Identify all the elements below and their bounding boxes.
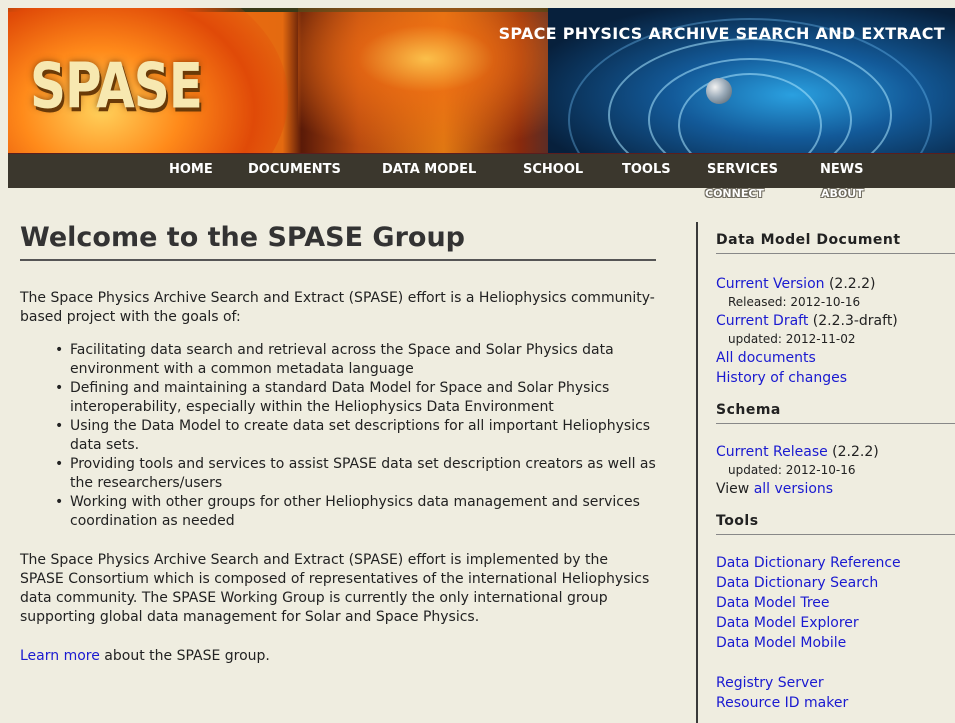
schema-heading: Schema [716, 402, 955, 424]
list-item: Defining and maintaining a standard Data… [50, 379, 656, 417]
registry-server-link[interactable]: Registry Server [716, 675, 824, 691]
site-tagline: SPACE PHYSICS ARCHIVE SEARCH AND EXTRACT [498, 24, 945, 43]
sidebar: Data Model Document Current Version (2.2… [716, 232, 955, 713]
nav-connect[interactable]: CONNECT [705, 187, 764, 200]
learn-more-link[interactable]: Learn more [20, 648, 100, 664]
data-model-mobile-link[interactable]: Data Model Mobile [716, 635, 846, 651]
main-nav: HOME DOCUMENTS DATA MODEL SCHOOL TOOLS S… [8, 153, 955, 188]
list-item: Using the Data Model to create data set … [50, 417, 656, 455]
nav-home[interactable]: HOME [169, 162, 213, 177]
nav-documents[interactable]: DOCUMENTS [248, 162, 341, 177]
current-version-link[interactable]: Current Version [716, 276, 825, 292]
earth-image [706, 78, 732, 104]
nav-services[interactable]: SERVICES [707, 162, 778, 177]
nav-data-model[interactable]: DATA MODEL [382, 162, 476, 177]
data-model-tree-link[interactable]: Data Model Tree [716, 595, 830, 611]
list-item: Working with other groups for other Heli… [50, 493, 656, 531]
current-release-number: (2.2.2) [827, 444, 879, 460]
nav-tools[interactable]: TOOLS [622, 162, 671, 177]
all-versions-link[interactable]: all versions [754, 481, 833, 497]
page-title: Welcome to the SPASE Group [20, 222, 656, 261]
learn-more-text: about the SPASE group. [99, 648, 270, 664]
current-release-updated: updated: 2012-10-16 [728, 463, 856, 477]
data-dictionary-search-link[interactable]: Data Dictionary Search [716, 575, 878, 591]
nav-about[interactable]: ABOUT [821, 187, 864, 200]
view-label: View [716, 481, 754, 497]
all-documents-link[interactable]: All documents [716, 350, 816, 366]
current-version-released: Released: 2012-10-16 [728, 295, 861, 309]
current-draft-link[interactable]: Current Draft [716, 313, 808, 329]
site-banner: SPASE SPACE PHYSICS ARCHIVE SEARCH AND E… [8, 8, 955, 153]
nav-news[interactable]: NEWS [820, 162, 863, 177]
list-item: Providing tools and services to assist S… [50, 455, 656, 493]
nav-school[interactable]: SCHOOL [523, 162, 583, 177]
main-content: Welcome to the SPASE Group The Space Phy… [20, 222, 656, 666]
current-draft-updated: updated: 2012-11-02 [728, 332, 856, 346]
learn-more-paragraph: Learn more about the SPASE group. [20, 647, 656, 666]
history-of-changes-link[interactable]: History of changes [716, 370, 847, 386]
tools-heading: Tools [716, 513, 955, 535]
list-item: Facilitating data search and retrieval a… [50, 341, 656, 379]
current-version-number: (2.2.2) [824, 276, 876, 292]
current-release-link[interactable]: Current Release [716, 444, 828, 460]
spase-logo[interactable]: SPASE [30, 50, 203, 123]
consortium-paragraph: The Space Physics Archive Search and Ext… [20, 552, 650, 625]
data-model-explorer-link[interactable]: Data Model Explorer [716, 615, 859, 631]
data-model-document-heading: Data Model Document [716, 232, 955, 254]
current-draft-number: (2.2.3-draft) [808, 313, 898, 329]
resource-id-maker-link[interactable]: Resource ID maker [716, 695, 848, 711]
intro-paragraph: The Space Physics Archive Search and Ext… [20, 290, 655, 325]
data-dictionary-reference-link[interactable]: Data Dictionary Reference [716, 555, 901, 571]
sidebar-divider [696, 222, 698, 723]
goals-list: Facilitating data search and retrieval a… [20, 341, 656, 531]
